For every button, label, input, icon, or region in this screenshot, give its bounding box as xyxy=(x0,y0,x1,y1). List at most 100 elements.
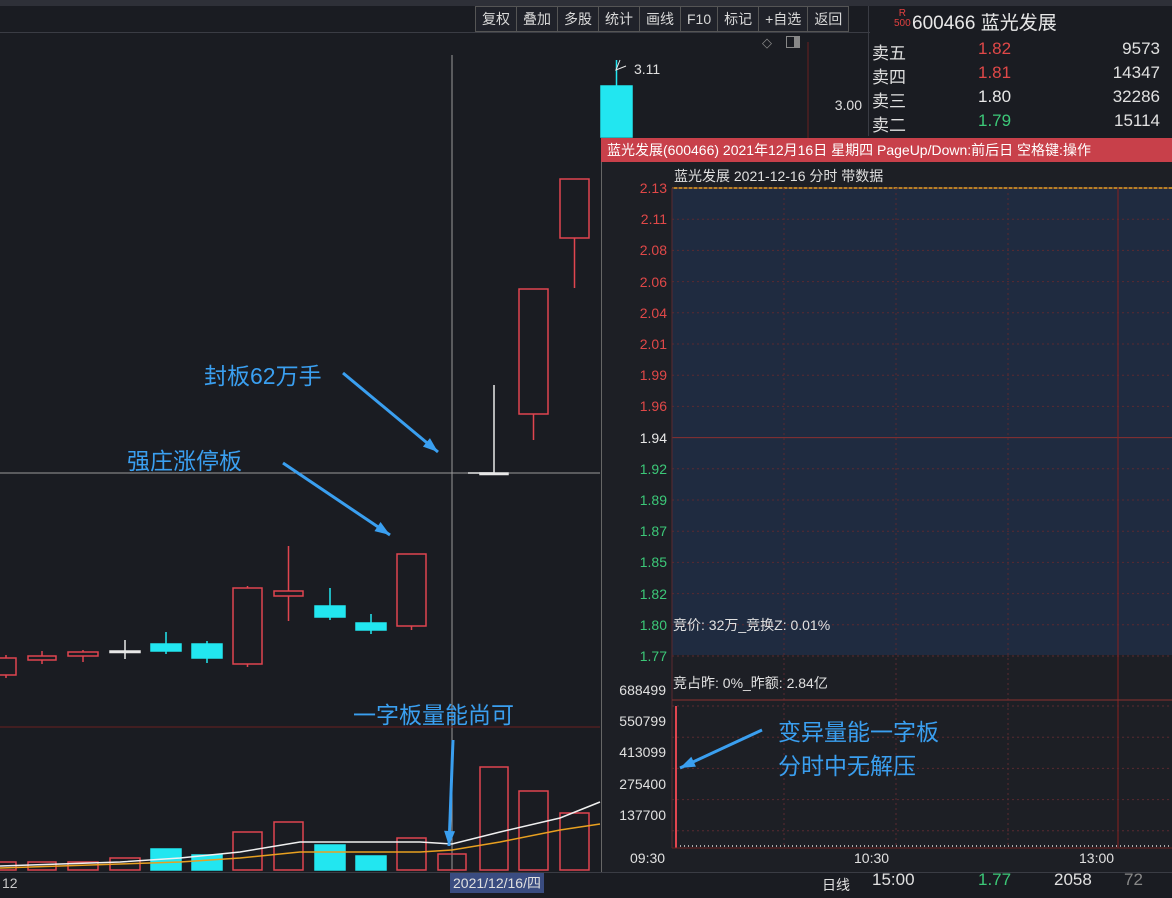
order-price: 1.79 xyxy=(978,111,1012,130)
tick-time: 15:00 xyxy=(872,870,915,889)
quote-separator xyxy=(868,6,869,136)
arrow-head-icon xyxy=(374,522,390,535)
stock-name: 蓝光发展 xyxy=(980,13,1057,34)
kline-candle xyxy=(27,655,57,661)
intraday-price-label: 1.77 xyxy=(639,648,667,664)
annotation-strong-limit-up: 强庄涨停板 xyxy=(127,448,242,474)
kline-candle xyxy=(232,587,263,665)
kline-candle xyxy=(150,643,182,652)
kline-candle xyxy=(518,288,549,415)
kline-candle xyxy=(109,650,141,654)
intraday-time-label: 10:30 xyxy=(854,850,890,866)
annotation-arrow xyxy=(282,461,391,537)
intraday-price-label: 2.11 xyxy=(640,211,667,228)
chart-toolbar: 复权 叠加 多股 统计 画线 F10 标记 +自选 返回 xyxy=(475,6,850,32)
intraday-time-label: 09:30 xyxy=(630,850,666,866)
order-price: 1.81 xyxy=(978,63,1012,82)
intraday-time-label: 13:00 xyxy=(1079,850,1115,866)
annotation-arrow xyxy=(342,371,439,454)
toolbar-button-8[interactable]: 返回 xyxy=(807,6,850,32)
popup-subtitle: 蓝光发展 2021-12-16 分时 带数据 xyxy=(674,168,884,184)
kline-candle xyxy=(273,590,304,597)
volume-bar xyxy=(191,854,223,871)
intraday-volume-label: 413099 xyxy=(619,744,666,761)
margin-badge-bottom: 500 xyxy=(894,18,911,29)
intraday-price-label: 2.08 xyxy=(639,242,667,259)
order-book-row[interactable]: 卖四 1.81 14347 xyxy=(872,63,1172,87)
intraday-price-label: 1.87 xyxy=(639,523,667,540)
kline-candle xyxy=(355,622,387,631)
high-flag-icon xyxy=(615,59,627,71)
intraday-price-label: 1.89 xyxy=(639,492,667,508)
intraday-price-label: 2.01 xyxy=(639,336,667,352)
kline-candle xyxy=(600,85,633,138)
high-price-label: 3.11 xyxy=(634,61,660,77)
order-volume: 15114 xyxy=(1113,111,1160,130)
tick-price: 1.77 xyxy=(978,870,1012,889)
tick-extra: 72 xyxy=(1124,870,1143,889)
toolbar-button-3[interactable]: 统计 xyxy=(598,6,639,32)
intraday-volume-label: 137700 xyxy=(619,806,666,823)
volume-bar xyxy=(479,766,509,871)
intraday-price-label: 1.82 xyxy=(639,585,667,602)
volume-bar xyxy=(355,855,387,871)
annotation-abnormal-volume: 变异量能一字板 分时中无解压 xyxy=(778,713,939,781)
auction-info: 竞价: 32万_竞换Z: 0.01% xyxy=(673,617,831,633)
period-label[interactable]: 日线 xyxy=(822,875,850,895)
intraday-price-label: 1.85 xyxy=(639,554,667,571)
intraday-price-label: 2.04 xyxy=(639,304,667,321)
toolbar-button-6[interactable]: 标记 xyxy=(717,6,759,32)
intraday-price-label: 1.94 xyxy=(639,429,667,446)
arrow-head-icon xyxy=(680,756,696,768)
order-level: 卖三 xyxy=(872,92,906,111)
margin-badge: R 500 xyxy=(894,9,911,29)
stock-code: 600466 xyxy=(912,13,976,34)
intraday-price-area xyxy=(672,188,1172,655)
order-volume: 9573 xyxy=(1122,39,1160,58)
stock-title[interactable]: 600466 蓝光发展 xyxy=(912,8,1057,35)
kline-candle xyxy=(191,643,223,659)
tick-row: 15:00 1.77 2058 72 xyxy=(872,870,1172,892)
intraday-price-label: 2.13 xyxy=(639,180,667,196)
annotation-one-line-volume: 一字板量能尚可 xyxy=(353,702,514,728)
kline-candle xyxy=(314,605,346,618)
price-axis-label: 3.00 xyxy=(835,97,862,113)
annotation-abnormal-line1: 变异量能一字板 xyxy=(778,719,939,745)
tick-volume: 2058 xyxy=(1054,870,1092,889)
popup-title-bar[interactable]: 蓝光发展(600466) 2021年12月16日 星期四 PageUp/Down… xyxy=(601,138,1172,162)
order-volume: 14347 xyxy=(1112,63,1160,82)
kline-candle xyxy=(559,178,590,239)
annotation-seal-volume: 封板62万手 xyxy=(204,363,322,389)
toolbar-button-1[interactable]: 叠加 xyxy=(516,6,557,32)
intraday-price-label: 1.80 xyxy=(639,616,667,633)
axis-date-left: 12 xyxy=(2,875,18,891)
kline-candle xyxy=(396,553,427,627)
cursor-date-label: 2021/12/16/四 xyxy=(450,873,544,893)
toolbar-button-0[interactable]: 复权 xyxy=(475,6,516,32)
intraday-price-label: 1.92 xyxy=(639,460,667,477)
toolbar-button-2[interactable]: 多股 xyxy=(557,6,598,32)
order-book-row[interactable]: 卖五 1.82 9573 xyxy=(872,39,1172,63)
order-price: 1.82 xyxy=(978,39,1012,58)
order-price: 1.80 xyxy=(978,87,1012,106)
volume-bar xyxy=(518,790,549,871)
toolbar-button-7[interactable]: +自选 xyxy=(758,6,808,32)
order-level: 卖五 xyxy=(872,44,906,63)
intraday-volume-label: 275400 xyxy=(619,775,666,792)
order-level: 卖四 xyxy=(872,68,906,87)
intraday-price-label: 2.06 xyxy=(639,273,667,290)
intraday-volume-label: 688499 xyxy=(619,682,666,698)
intraday-volume-label: 550799 xyxy=(619,713,666,730)
volume-bar xyxy=(559,812,590,871)
annotation-abnormal-line2: 分时中无解压 xyxy=(778,753,916,779)
kline-candle xyxy=(67,651,99,657)
toolbar-button-4[interactable]: 画线 xyxy=(639,6,680,32)
order-book-row[interactable]: 卖三 1.80 32286 xyxy=(872,87,1172,111)
auction-ratio: 竞占昨: 0%_昨额: 2.84亿 xyxy=(673,675,828,691)
order-book-row[interactable]: 卖二 1.79 15114 xyxy=(872,111,1172,135)
kline-candle xyxy=(0,657,17,676)
volume-bar xyxy=(314,844,346,871)
toolbar-button-5[interactable]: F10 xyxy=(680,6,718,32)
intraday-price-label: 1.96 xyxy=(639,398,667,415)
order-volume: 32286 xyxy=(1112,87,1160,106)
